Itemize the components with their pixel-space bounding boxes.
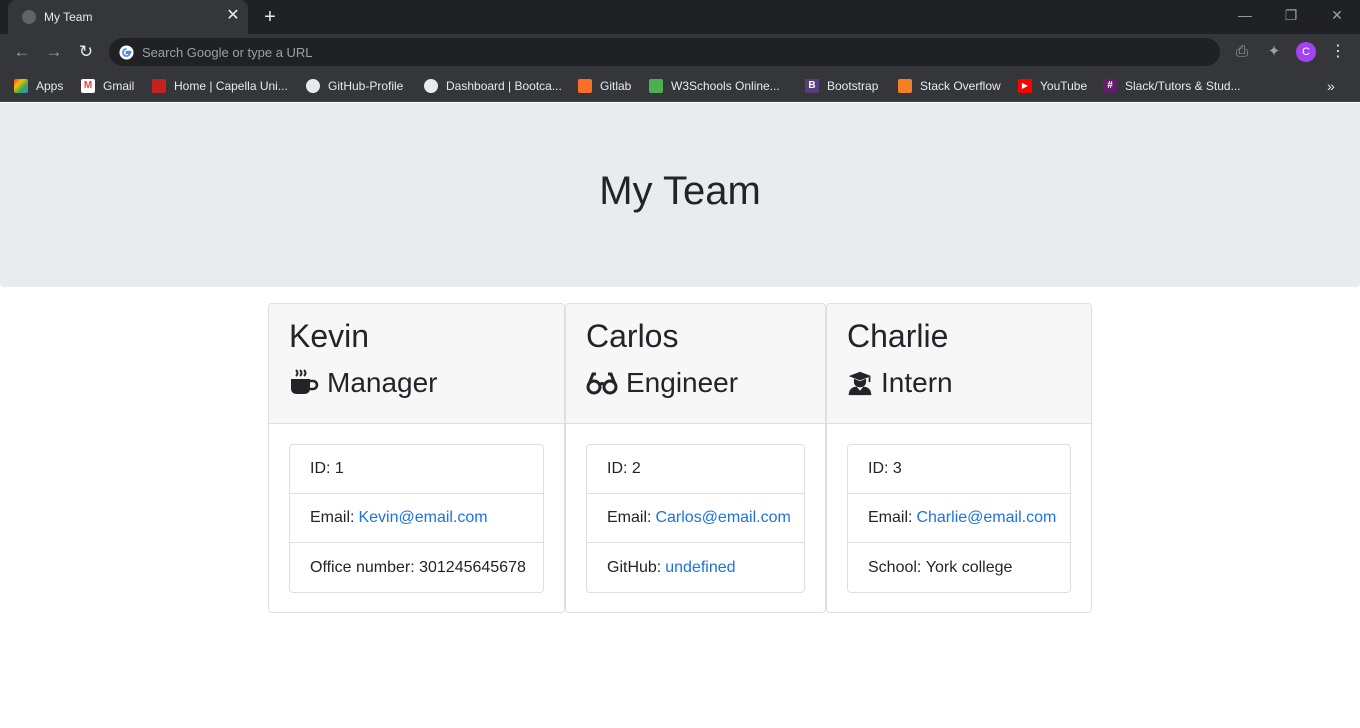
graduate-icon <box>848 371 872 396</box>
globe-favicon-icon <box>22 10 36 24</box>
stackoverflow-icon <box>898 79 912 93</box>
employee-id: ID: 3 <box>848 445 1070 494</box>
employee-card-manager: Kevin Manager ID: 1 Email: Kevin@email.c… <box>268 303 565 613</box>
employee-card-engineer: Carlos Engineer ID: 2 Email: Carlos@emai… <box>565 303 826 613</box>
employee-name: Kevin <box>289 318 370 354</box>
tab-strip: My Team ✕ + — ❐ ✕ <box>0 0 1360 34</box>
browser-tab[interactable]: My Team ✕ <box>8 0 248 34</box>
school: School: York college <box>868 558 1013 576</box>
close-window-button[interactable]: ✕ <box>1314 0 1360 30</box>
employee-details-list: ID: 2 Email: Carlos@email.com GitHub: un… <box>586 444 805 593</box>
gitlab-icon <box>578 79 592 93</box>
page-title: My Team <box>599 169 761 213</box>
forward-button[interactable]: → <box>42 40 66 64</box>
profile-avatar[interactable]: C <box>1296 42 1316 62</box>
bookmarks-bar: Apps M Gmail Home | Capella Uni... GitHu… <box>0 70 1360 102</box>
back-button[interactable]: ← <box>10 40 34 64</box>
email-link[interactable]: Carlos@email.com <box>655 509 790 527</box>
bookmark-github[interactable]: GitHub-Profile <box>306 76 403 96</box>
employee-name: Carlos <box>586 318 679 354</box>
more-bookmarks-chevron-icon[interactable]: » <box>1327 76 1335 96</box>
employee-role: Intern <box>847 366 953 400</box>
employee-id: ID: 2 <box>587 445 804 494</box>
google-logo-icon <box>119 45 134 60</box>
bookmark-bootstrap[interactable]: B Bootstrap <box>805 76 878 96</box>
pdf-extension-icon[interactable]: ⎙ <box>1232 42 1252 62</box>
employee-email: Email: Carlos@email.com <box>587 494 804 543</box>
header-jumbotron: My Team <box>0 103 1360 287</box>
reload-button[interactable]: ↻ <box>74 40 98 64</box>
card-header: Carlos Engineer <box>566 304 825 424</box>
bookmark-dashboard[interactable]: Dashboard | Bootca... <box>424 76 562 96</box>
address-bar-placeholder: Search Google or type a URL <box>142 45 313 60</box>
bookmark-capella[interactable]: Home | Capella Uni... <box>152 76 288 96</box>
bookmark-slack[interactable]: # Slack/Tutors & Stud... <box>1103 76 1241 96</box>
coffee-mug-icon <box>291 369 319 394</box>
apps-grid-icon <box>14 79 28 93</box>
github-icon <box>306 79 320 93</box>
browser-menu-icon[interactable]: ⋮ <box>1330 41 1346 63</box>
employee-card-intern: Charlie Intern ID: 3 Email: Charlie@emai… <box>826 303 1092 613</box>
slack-icon: # <box>1103 79 1117 93</box>
browser-toolbar: ← → ↻ Search Google or type a URL ⎙ ✦ C … <box>0 34 1360 70</box>
globe-icon <box>424 79 438 93</box>
github-link[interactable]: undefined <box>665 559 735 577</box>
bookmark-youtube[interactable]: ▶ YouTube <box>1018 76 1087 96</box>
card-header: Kevin Manager <box>269 304 564 424</box>
employee-details-list: ID: 3 Email: Charlie@email.com School: Y… <box>847 444 1071 593</box>
new-tab-button[interactable]: + <box>258 5 282 29</box>
bootstrap-icon: B <box>805 79 819 93</box>
close-tab-icon[interactable]: ✕ <box>224 7 242 25</box>
employee-email: Email: Kevin@email.com <box>290 494 543 543</box>
address-bar[interactable]: Search Google or type a URL <box>109 38 1220 66</box>
employee-email: Email: Charlie@email.com <box>848 494 1070 543</box>
gmail-icon: M <box>81 79 95 93</box>
employee-role: Manager <box>289 366 438 400</box>
youtube-icon: ▶ <box>1018 79 1032 93</box>
extensions-puzzle-icon[interactable]: ✦ <box>1264 42 1284 62</box>
github-profile: GitHub: undefined <box>607 558 736 577</box>
employee-name: Charlie <box>847 318 949 354</box>
bookmark-apps[interactable]: Apps <box>14 76 63 96</box>
bookmark-gmail[interactable]: M Gmail <box>81 76 134 96</box>
employee-role: Engineer <box>586 366 738 400</box>
employee-details-list: ID: 1 Email: Kevin@email.com Office numb… <box>289 444 544 593</box>
bookmark-stackoverflow[interactable]: Stack Overflow <box>898 76 1001 96</box>
bookmark-gitlab[interactable]: Gitlab <box>578 76 631 96</box>
tab-title: My Team <box>44 10 93 24</box>
employee-id: ID: 1 <box>290 445 543 494</box>
minimize-window-button[interactable]: — <box>1222 0 1268 30</box>
office-number: Office number: 301245645678 <box>310 558 526 576</box>
card-header: Charlie Intern <box>827 304 1091 424</box>
capella-shield-icon <box>152 79 166 93</box>
glasses-icon <box>586 372 618 395</box>
w3schools-icon <box>649 79 663 93</box>
email-link[interactable]: Kevin@email.com <box>358 509 487 527</box>
email-link[interactable]: Charlie@email.com <box>916 509 1056 527</box>
bookmark-w3schools[interactable]: W3Schools Online... <box>649 76 780 96</box>
restore-window-button[interactable]: ❐ <box>1268 0 1314 30</box>
